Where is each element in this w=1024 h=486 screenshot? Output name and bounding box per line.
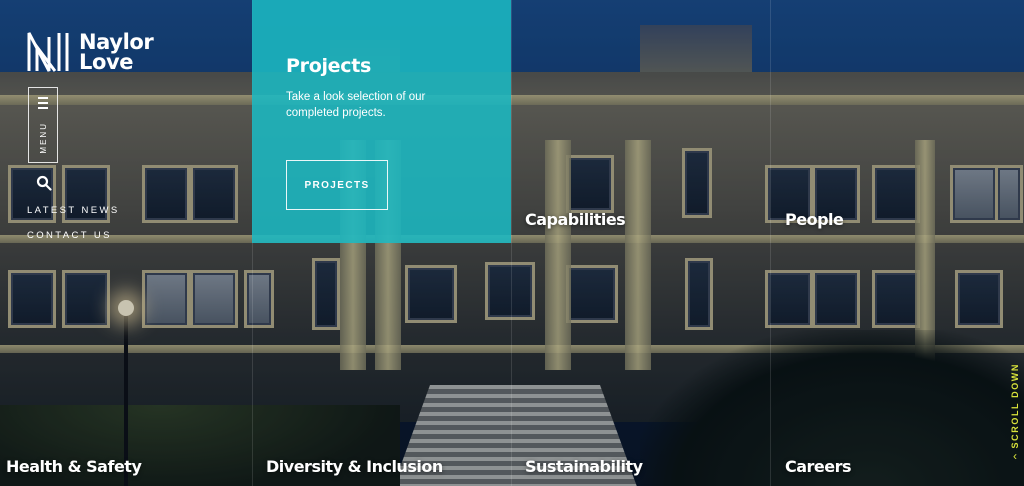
logo-wordmark: Naylor Love bbox=[79, 30, 154, 74]
grid-divider bbox=[511, 0, 512, 486]
projects-button[interactable]: PROJECTS bbox=[286, 160, 388, 210]
projects-description: Take a look selection of our completed p… bbox=[286, 91, 426, 119]
tile-people[interactable]: People bbox=[785, 210, 844, 229]
hamburger-icon bbox=[38, 97, 48, 112]
tile-careers[interactable]: Careers bbox=[785, 457, 852, 476]
tile-capabilities[interactable]: Capabilities bbox=[525, 210, 626, 229]
projects-panel: Projects Take a look selection of our co… bbox=[252, 0, 511, 243]
menu-button[interactable]: MENU bbox=[28, 87, 58, 163]
scroll-down-label: SCROLL DOWN bbox=[1010, 363, 1020, 449]
logo-line-2: Love bbox=[79, 50, 134, 74]
menu-label: MENU bbox=[38, 122, 48, 154]
logo-line-1: Naylor bbox=[79, 30, 154, 54]
chevron-down-icon: ‹ bbox=[1013, 449, 1017, 464]
naylor-love-mark-icon bbox=[27, 31, 69, 73]
projects-title: Projects bbox=[286, 55, 372, 77]
tile-diversity-inclusion[interactable]: Diversity & Inclusion bbox=[266, 457, 443, 476]
overlay-shade bbox=[0, 0, 1024, 486]
nav-link-contact-us[interactable]: CONTACT US bbox=[27, 230, 112, 241]
site-logo[interactable]: Naylor Love bbox=[27, 30, 154, 74]
tile-sustainability[interactable]: Sustainability bbox=[525, 457, 643, 476]
grid-divider bbox=[770, 0, 771, 486]
hero-background-image bbox=[0, 0, 1024, 486]
scroll-down-button[interactable]: SCROLL DOWN ‹ bbox=[1007, 363, 1023, 473]
nav-link-latest-news[interactable]: LATEST NEWS bbox=[27, 205, 120, 216]
tile-health-safety[interactable]: Health & Safety bbox=[6, 457, 142, 476]
search-icon[interactable] bbox=[36, 175, 52, 191]
